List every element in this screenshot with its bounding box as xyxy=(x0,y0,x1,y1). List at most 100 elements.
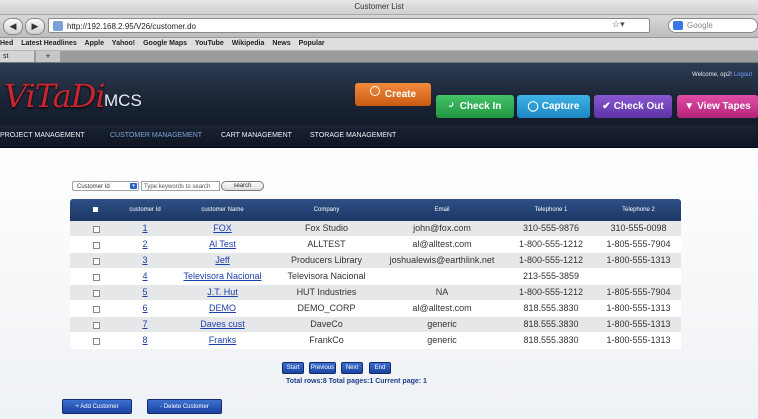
telephone-2-cell: 1-805-555-7904 xyxy=(606,287,671,297)
row-checkbox[interactable] xyxy=(93,306,100,313)
row-checkbox[interactable] xyxy=(93,258,100,265)
table-row: 3 Jeff Producers Library joshualewis@ear… xyxy=(70,253,681,269)
bookmark-item[interactable]: Apple xyxy=(85,40,104,47)
logo-subtitle: MCS xyxy=(104,91,142,110)
row-checkbox[interactable] xyxy=(93,322,100,329)
table-row: 6 DEMO DEMO_CORP al@alltest.com 818.555.… xyxy=(70,301,681,317)
cart-icon: ⌏ xyxy=(448,101,457,112)
pager-next-button[interactable]: Next xyxy=(341,362,363,374)
menu-storage-management[interactable]: STORAGE MANAGEMENT xyxy=(310,125,396,147)
customer-id-link[interactable]: 1 xyxy=(120,221,170,236)
header-telephone-2[interactable]: Telephone 2 xyxy=(596,199,681,221)
main-menu: PROJECT MANAGEMENT CUSTOMER MANAGEMENT C… xyxy=(0,125,758,148)
menu-cart-management[interactable]: CART MANAGEMENT xyxy=(221,125,292,147)
telephone-2-cell: 1-800-555-1313 xyxy=(606,335,671,345)
view-tapes-label: View Tapes xyxy=(697,101,751,112)
view-tapes-button[interactable]: ▼ View Tapes xyxy=(677,95,758,118)
search-field-select[interactable]: Customer Id ▾ xyxy=(72,181,139,191)
app-header: ViTaDi MCS Welcome, op2! Logout .Create … xyxy=(0,63,758,125)
telephone-1-cell: 818.555.3830 xyxy=(523,335,579,345)
chevron-down-icon: ▾ xyxy=(130,183,137,189)
table-row: 8 Franks FrankCo generic 818.555.3830 1-… xyxy=(70,333,681,349)
bookmark-item[interactable]: Wikipedia xyxy=(232,40,265,47)
customer-id-link[interactable]: 6 xyxy=(120,301,170,316)
capture-label: Capture xyxy=(541,101,580,112)
bookmark-item[interactable]: Google Maps xyxy=(143,40,187,47)
bookmark-item[interactable]: YouTube xyxy=(195,40,224,47)
capture-icon: ◯ xyxy=(527,101,539,112)
customer-name-link[interactable]: Franks xyxy=(170,333,275,348)
select-all-checkbox[interactable] xyxy=(93,207,98,212)
menu-project-management[interactable]: PROJECT MANAGEMENT xyxy=(0,125,85,147)
customer-name-link[interactable]: FOX xyxy=(170,221,275,236)
telephone-1-cell: 1-800-555-1212 xyxy=(518,255,584,265)
row-checkbox[interactable] xyxy=(93,338,100,345)
check-in-button[interactable]: ⌏ Check In xyxy=(436,95,514,118)
search-field-value: Customer Id xyxy=(77,184,110,190)
customer-id-link[interactable]: 2 xyxy=(120,237,170,252)
pager-start-button[interactable]: Start xyxy=(282,362,304,374)
new-tab-button[interactable]: + xyxy=(36,51,60,62)
customer-name-link[interactable]: J.T. Hut xyxy=(170,285,275,300)
pager-end-button[interactable]: End xyxy=(369,362,391,374)
capture-button[interactable]: ◯ Capture xyxy=(517,95,590,118)
customer-id-link[interactable]: 8 xyxy=(120,333,170,348)
header-customer-name[interactable]: customer Name xyxy=(170,199,275,221)
logout-link[interactable]: Logout xyxy=(734,72,752,78)
check-out-button[interactable]: ✔ Check Out xyxy=(594,95,672,118)
browser-tab[interactable]: st xyxy=(0,51,34,62)
google-icon xyxy=(673,21,683,30)
browser-search-placeholder: Google xyxy=(687,21,713,30)
customer-name-link[interactable]: DEMO xyxy=(170,301,275,316)
customer-id-link[interactable]: 4 xyxy=(120,269,170,284)
checkmark-icon: ✔ xyxy=(602,101,611,112)
customer-id-link[interactable]: 5 xyxy=(120,285,170,300)
row-checkbox[interactable] xyxy=(93,242,100,249)
back-arrow-icon[interactable]: ◀ xyxy=(3,18,23,35)
bookmark-item[interactable]: Popular xyxy=(299,40,325,47)
add-customer-button[interactable]: + Add Customer xyxy=(62,399,132,414)
telephone-2-cell: 1-800-555-1313 xyxy=(606,255,671,265)
tab-strip: st + xyxy=(0,51,758,63)
bookmark-star-icon[interactable]: ☆▾ xyxy=(612,19,625,30)
url-bar[interactable]: http://192.168.2.95/V26/customer.do xyxy=(48,18,650,33)
customer-name-link[interactable]: Jeff xyxy=(170,253,275,268)
table-row: 5 J.T. Hut HUT Industries NA 1-800-555-1… xyxy=(70,285,681,301)
header-email[interactable]: Email xyxy=(378,199,506,221)
pager-previous-button[interactable]: Previous xyxy=(309,362,336,374)
company-cell: FrankCo xyxy=(309,335,344,345)
customer-name-link[interactable]: Daves cust xyxy=(170,317,275,332)
row-checkbox[interactable] xyxy=(93,274,100,281)
customer-id-link[interactable]: 3 xyxy=(120,253,170,268)
row-checkbox[interactable] xyxy=(93,226,100,233)
forward-arrow-icon[interactable]: ▶ xyxy=(25,18,45,35)
table-row: 4 Televisora Nacional Televisora Naciona… xyxy=(70,269,681,285)
header-telephone-1[interactable]: Telephone 1 xyxy=(506,199,596,221)
telephone-1-cell: 1-800-555-1212 xyxy=(518,287,584,297)
browser-search-input[interactable]: Google xyxy=(668,18,758,33)
welcome-text: Welcome, op2! Logout xyxy=(692,72,752,78)
customer-id-link[interactable]: 7 xyxy=(120,317,170,332)
telephone-2-cell: 310-555-0098 xyxy=(610,223,667,233)
email-cell: NA xyxy=(435,287,449,297)
menu-customer-management[interactable]: CUSTOMER MANAGEMENT xyxy=(110,125,202,147)
delete-customer-button[interactable]: - Delete Customer xyxy=(147,399,222,414)
company-cell: Producers Library xyxy=(290,255,363,265)
header-customer-id[interactable]: customer Id xyxy=(120,199,170,221)
create-button[interactable]: . Create xyxy=(355,83,431,106)
email-cell: generic xyxy=(427,335,457,345)
customer-name-link[interactable]: Televisora Nacional xyxy=(170,269,275,284)
header-company[interactable]: Company xyxy=(275,199,378,221)
bookmark-item[interactable]: Yahoo! xyxy=(112,40,135,47)
bookmark-item[interactable]: Latest Headlines xyxy=(21,40,77,47)
bookmark-item[interactable]: Hed xyxy=(0,40,13,47)
telephone-2-cell: 1-800-555-1313 xyxy=(606,303,671,313)
bookmarks-bar: Hed Latest Headlines Apple Yahoo! Google… xyxy=(0,38,758,51)
email-cell: joshualewis@earthlink.net xyxy=(389,255,495,265)
pager-summary: Total rows:8 Total pages:1 Current page:… xyxy=(286,378,427,385)
keyword-search-input[interactable]: Type keywords to search xyxy=(141,181,220,191)
customer-name-link[interactable]: Al Test xyxy=(170,237,275,252)
row-checkbox[interactable] xyxy=(93,290,100,297)
search-button[interactable]: search xyxy=(221,181,264,191)
bookmark-item[interactable]: News xyxy=(272,40,290,47)
